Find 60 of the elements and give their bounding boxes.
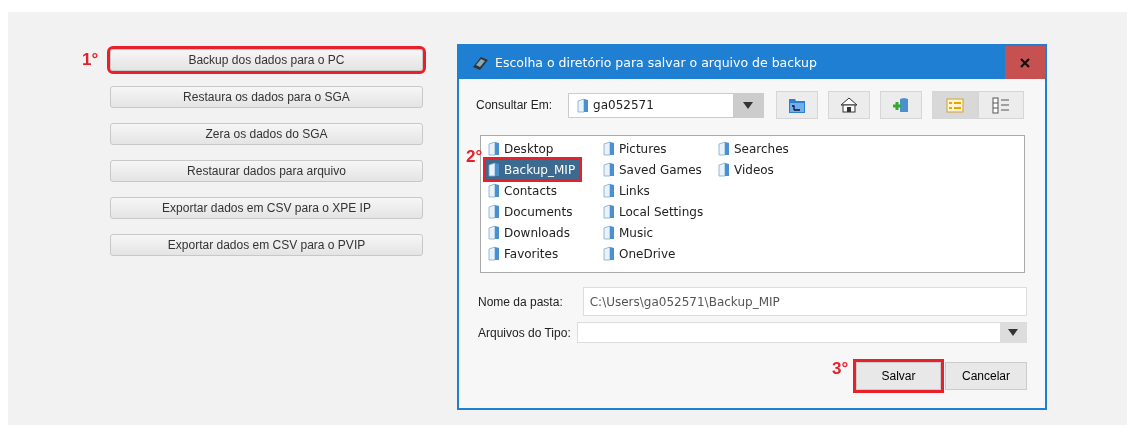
folder-item[interactable]: Music xyxy=(601,223,658,242)
field-label: Arquivos do Tipo: xyxy=(478,325,571,340)
step-marker: 3° xyxy=(832,360,849,377)
folder-icon xyxy=(603,204,615,219)
folder-name-field[interactable]: C:\Users\ga052571\Backup_MIP xyxy=(582,287,1027,316)
folder-item[interactable]: Desktop xyxy=(486,139,558,158)
toolbar-button[interactable] xyxy=(776,91,819,119)
step-marker: 1° xyxy=(82,51,99,68)
dialog-button[interactable]: Cancelar xyxy=(945,362,1027,390)
folder-up-icon xyxy=(788,96,807,114)
dropdown-value: ga052571 xyxy=(593,98,655,112)
folder-icon xyxy=(603,162,615,177)
folder-icon xyxy=(603,225,615,240)
folder-item[interactable]: Contacts xyxy=(486,181,561,200)
window-title: Escolha o diretório para salvar o arquivo de backup xyxy=(495,55,818,70)
folder-item[interactable]: Downloads xyxy=(486,223,574,242)
folder-icon xyxy=(603,183,615,198)
action-button[interactable]: Restaurar dados para arquivo xyxy=(110,160,423,182)
action-button[interactable]: Restaura os dados para o SGA xyxy=(110,86,423,108)
folder-icon xyxy=(603,246,615,261)
folder-icon xyxy=(488,225,500,240)
folder-item[interactable]: Pictures xyxy=(601,139,671,158)
field-label: Nome da pasta: xyxy=(478,294,563,309)
card-device-icon xyxy=(471,54,489,71)
dropdown-arrow-icon xyxy=(1008,329,1018,336)
folder-item[interactable]: Links xyxy=(601,181,654,200)
action-button[interactable]: Backup dos dados para o PC xyxy=(110,49,423,71)
step-marker: 2° xyxy=(466,148,483,165)
folder-icon xyxy=(603,141,615,156)
folder-icon xyxy=(488,246,500,261)
action-button[interactable]: Exportar dados em CSV para o XPE IP xyxy=(110,197,423,219)
folder-icon xyxy=(488,162,500,177)
details-view-icon xyxy=(992,96,1011,114)
action-button[interactable]: Exportar dados em CSV para o PVIP xyxy=(110,234,423,256)
folder-icon xyxy=(488,141,500,156)
folder-item[interactable]: Saved Games xyxy=(601,160,706,179)
folder-item[interactable]: Favorites xyxy=(486,244,563,263)
close-button[interactable] xyxy=(1005,46,1045,79)
folder-icon xyxy=(718,162,730,177)
toolbar-button[interactable] xyxy=(828,91,871,119)
folder-icon xyxy=(718,141,730,156)
field-label: Consultar Em: xyxy=(476,98,553,112)
home-icon xyxy=(840,96,859,114)
folder-item[interactable]: OneDrive xyxy=(601,244,680,263)
folder-icon xyxy=(488,183,500,198)
action-button[interactable]: Zera os dados do SGA xyxy=(110,123,423,145)
new-folder-icon xyxy=(892,96,911,114)
close-icon xyxy=(1020,57,1030,68)
folder-item[interactable]: Local Settings xyxy=(601,202,708,221)
look-in-dropdown[interactable]: ga052571 xyxy=(568,92,765,118)
folder-icon xyxy=(577,97,590,113)
folder-item[interactable]: Backup_MIP xyxy=(486,160,580,179)
toolbar-button[interactable] xyxy=(880,91,923,119)
dialog-button[interactable]: Salvar xyxy=(856,362,941,390)
folder-icon xyxy=(488,204,500,219)
list-view-icon xyxy=(946,96,965,114)
dropdown-arrow-icon xyxy=(743,101,754,109)
folder-item[interactable]: Searches xyxy=(716,139,793,158)
folder-item[interactable]: Documents xyxy=(486,202,577,221)
folder-item[interactable]: Videos xyxy=(716,160,778,179)
